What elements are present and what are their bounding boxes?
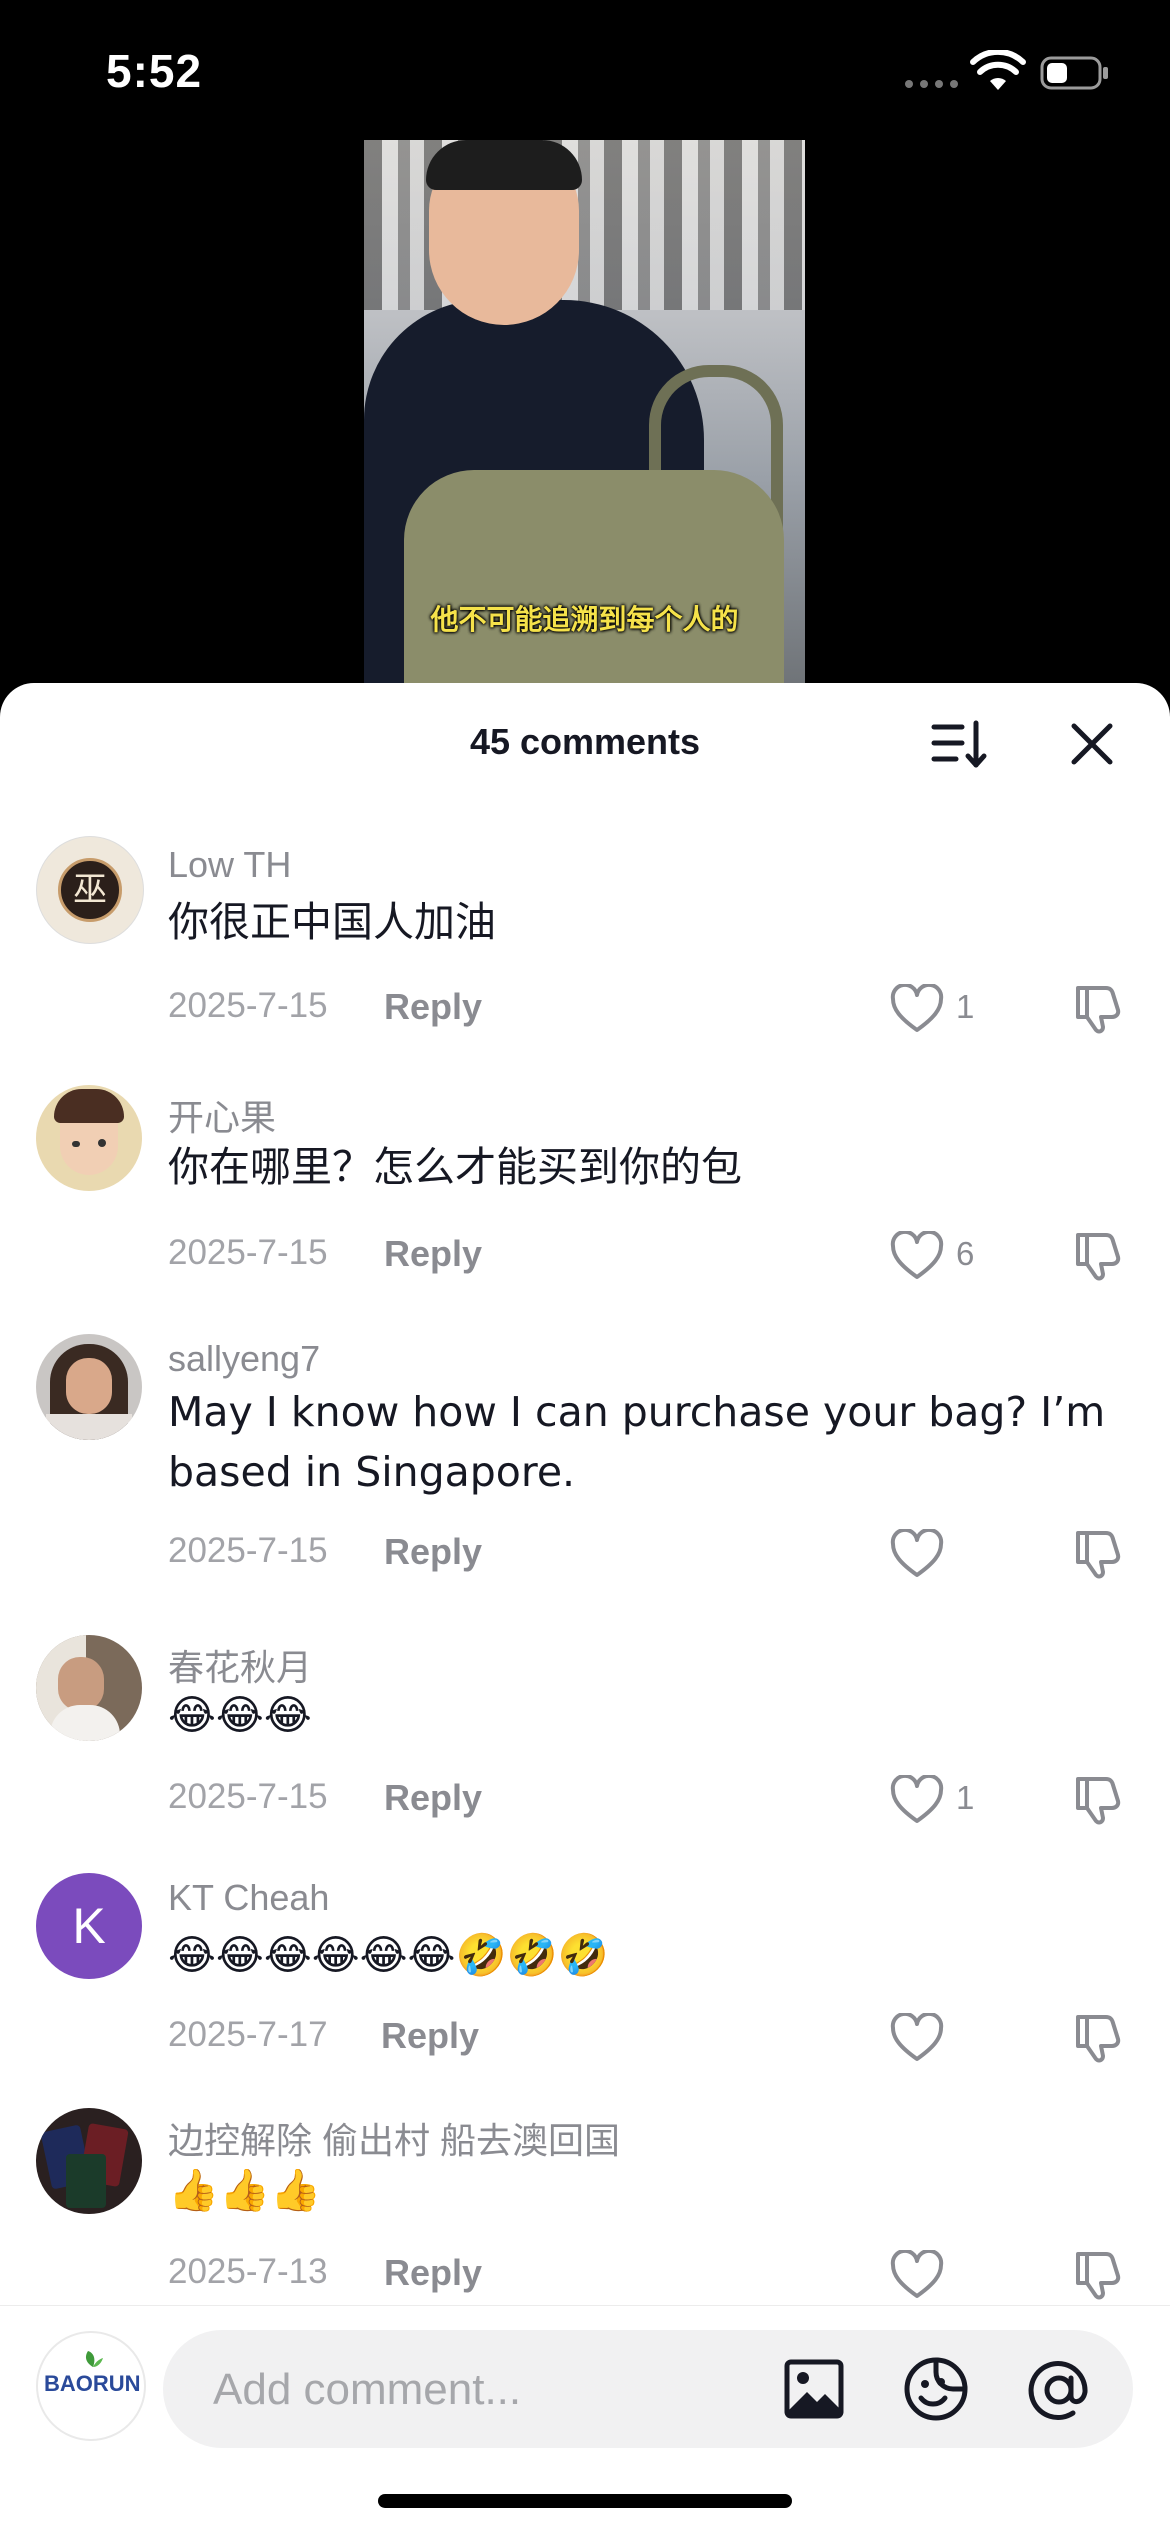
comment-date: 2025-7-15 — [168, 1531, 328, 1570]
comments-count-title: 45 comments — [469, 721, 701, 762]
reply-button[interactable]: Reply — [384, 1531, 482, 1573]
emoji-icon[interactable] — [903, 2356, 969, 2422]
video-player[interactable]: 他不可能追溯到每个人的 — [364, 140, 805, 705]
reply-button[interactable]: Reply — [381, 2015, 479, 2057]
avatar[interactable]: K — [36, 1873, 142, 1979]
thumbs-down-icon[interactable] — [1070, 2248, 1124, 2302]
comment-text: 😂😂😂😂😂😂🤣🤣🤣 — [168, 1931, 609, 1979]
user-avatar[interactable]: BAORUN — [36, 2331, 146, 2441]
avatar[interactable] — [36, 1635, 142, 1741]
at-icon[interactable] — [1025, 2356, 1093, 2424]
reply-button[interactable]: Reply — [384, 1233, 482, 1275]
signal-dots-icon — [905, 80, 958, 88]
comment-composer: BAORUN Add comment... — [0, 2305, 1170, 2533]
avatar[interactable]: 巫 — [36, 836, 144, 944]
comment-username[interactable]: sallyeng7 — [168, 1338, 320, 1380]
heart-outline-icon[interactable] — [890, 2250, 944, 2300]
comment-date: 2025-7-13 — [168, 2252, 328, 2291]
comment-username[interactable]: Low TH — [168, 844, 291, 886]
comment-text: 👍👍👍 — [168, 2166, 322, 2214]
sort-icon[interactable] — [930, 715, 988, 773]
heart-outline-icon[interactable] — [890, 1231, 944, 1281]
comment-text: 😂😂😂 — [168, 1691, 312, 1739]
avatar[interactable] — [36, 1085, 142, 1191]
comment-input-placeholder: Add comment... — [213, 2365, 522, 2414]
video-bag — [404, 470, 784, 705]
reply-button[interactable]: Reply — [384, 2252, 482, 2294]
image-icon[interactable] — [783, 2358, 845, 2420]
comment-date: 2025-7-15 — [168, 986, 328, 1025]
comment-username[interactable]: KT Cheah — [168, 1877, 329, 1919]
heart-outline-icon[interactable] — [890, 984, 944, 1034]
battery-icon — [1040, 56, 1108, 90]
heart-outline-icon[interactable] — [890, 1775, 944, 1825]
comment-input[interactable]: Add comment... — [163, 2330, 1133, 2448]
comment-date: 2025-7-15 — [168, 1777, 328, 1816]
avatar-logo-text: BAORUN — [44, 2371, 141, 2396]
thumbs-down-icon[interactable] — [1070, 1773, 1124, 1827]
heart-outline-icon[interactable] — [890, 2013, 944, 2063]
comment-date: 2025-7-17 — [168, 2015, 328, 2054]
comment-username[interactable]: 开心果 — [168, 1089, 276, 1141]
avatar[interactable] — [36, 1334, 142, 1440]
wifi-icon — [970, 50, 1026, 90]
thumbs-down-icon[interactable] — [1070, 1527, 1124, 1581]
leaf-icon — [85, 2351, 103, 2367]
thumbs-down-icon[interactable] — [1070, 2011, 1124, 2065]
avatar[interactable] — [36, 2108, 142, 2214]
comments-sheet: 45 comments 巫 Low TH 你很正中国人加油 2025-7-15 … — [0, 683, 1170, 2532]
video-person-hair — [426, 140, 582, 190]
status-bar: 5:52 — [0, 0, 1170, 140]
thumbs-down-icon[interactable] — [1070, 982, 1124, 1036]
avatar-initial: K — [72, 1898, 106, 1954]
comment-username[interactable]: 春花秋月 — [168, 1639, 312, 1691]
video-caption: 他不可能追溯到每个人的 — [430, 603, 739, 636]
home-indicator — [378, 2494, 792, 2508]
comment-text: 你很正中国人加油 — [168, 898, 496, 946]
like-count: 6 — [956, 1235, 975, 1272]
heart-outline-icon[interactable] — [890, 1529, 944, 1579]
comment-date: 2025-7-15 — [168, 1233, 328, 1272]
reply-button[interactable]: Reply — [384, 1777, 482, 1819]
close-icon[interactable] — [1068, 720, 1116, 768]
status-time: 5:52 — [106, 45, 203, 97]
like-count: 1 — [956, 1779, 975, 1816]
comment-text: 你在哪里？怎么才能买到你的包 — [168, 1143, 742, 1191]
avatar-logo: 巫 — [58, 858, 122, 922]
thumbs-down-icon[interactable] — [1070, 1229, 1124, 1283]
like-count: 1 — [956, 988, 975, 1025]
reply-button[interactable]: Reply — [384, 986, 482, 1028]
comment-username[interactable]: 边控解除 偷出村 船去澳回国 — [168, 2112, 620, 2164]
comment-text: May I know how I can purchase your bag? … — [168, 1388, 1106, 1496]
